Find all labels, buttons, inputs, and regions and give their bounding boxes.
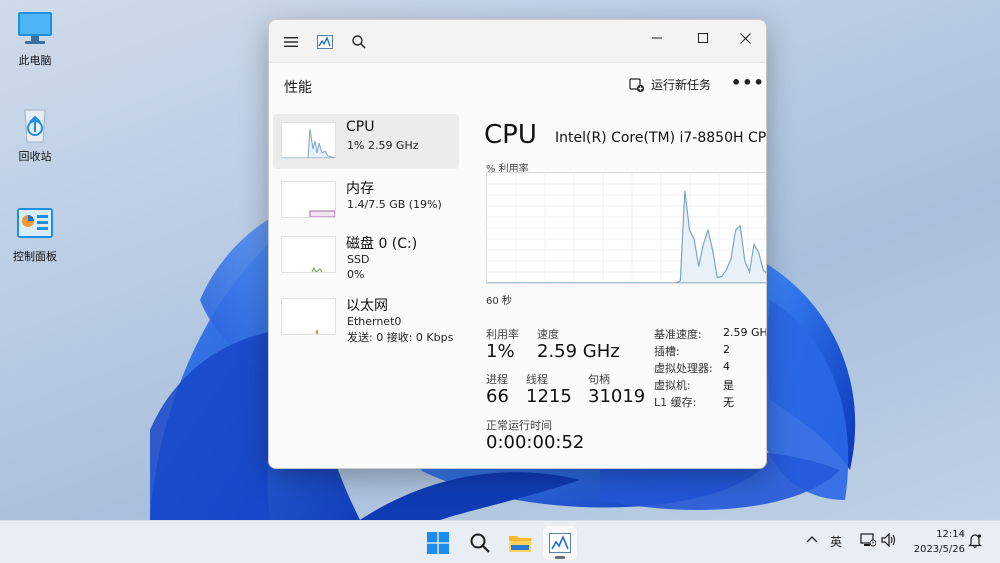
virtual-processors-value: 4 [723,360,730,373]
chevron-up-icon [806,536,818,543]
processes-label: 进程 [486,373,508,386]
ethernet-mini-graph [281,298,336,335]
uptime-label: 正常运行时间 [486,419,552,432]
show-hidden-icons-button[interactable] [806,533,818,547]
cpu-utilization-series [487,190,766,284]
desktop-icon-recycle-bin[interactable]: 回收站 [0,104,70,164]
windows-logo-icon [427,532,449,554]
memory-mini-graph [281,181,336,218]
task-manager-window: 性能 运行新任务 ••• CPU 1% 2.59 GHz 内存 1.4/7.5 … [268,19,767,469]
hamburger-menu-icon[interactable] [277,28,305,56]
base-speed-label: 基准速度: [654,328,702,341]
cpu-model: Intel(R) Core(TM) i7-8850H CPU [555,130,767,146]
desktop-icon-label: 控制面板 [13,250,57,263]
volume-button[interactable] [881,532,897,550]
l1-cache-value: 无 [723,396,734,409]
cpu-detail-pane: CPU Intel(R) Core(TM) i7-8850H CPU % 利用率… [474,108,767,468]
utilization-value: 1% [486,341,515,362]
perf-item-detail: 1.4/7.5 GB (19%) [347,198,442,211]
cpu-title: CPU [484,120,537,150]
run-new-task-label: 运行新任务 [651,78,712,92]
start-button[interactable] [421,526,455,560]
graph-time-range: 60 秒 [486,296,512,307]
sockets-label: 插槽: [654,345,680,358]
control-panel-icon [15,204,55,244]
cpu-utilization-graph [486,172,766,284]
uptime-value: 0:00:00:52 [486,432,585,453]
speed-label: 速度 [537,328,559,341]
title-bar[interactable] [269,20,766,62]
perf-item-detail: 发送: 0 接收: 0 Kbps [347,331,454,344]
perf-item-detail: Ethernet0 [347,315,402,328]
perf-item-name: 以太网 [346,298,388,314]
virtual-processors-label: 虚拟处理器: [654,362,713,375]
sockets-value: 2 [723,343,730,356]
perf-item-name: 内存 [346,181,374,197]
page-title: 性能 [284,80,312,96]
folder-icon [509,536,531,552]
speed-value: 2.59 GHz [537,341,620,362]
desktop-icon-label: 回收站 [18,150,52,163]
desktop-icon-label: 此电脑 [18,54,52,67]
utilization-label: 利用率 [486,328,519,341]
run-task-icon [629,77,645,92]
speaker-icon [881,532,896,548]
perf-item-name: CPU [346,119,375,135]
clock[interactable]: 12:14 2023/5/26 [907,527,965,557]
more-options-button[interactable]: ••• [731,73,765,92]
search-icon[interactable] [345,28,373,56]
taskbar: 英 12:14 2023/5/26 [0,520,1000,563]
cpu-graph-svg [487,173,766,284]
perf-item-ethernet[interactable]: 以太网 Ethernet0 发送: 0 接收: 0 Kbps [273,290,459,345]
close-button[interactable] [725,24,765,52]
task-manager-icon [549,533,571,553]
perf-item-detail: SSD [347,253,370,266]
perf-item-disk[interactable]: 磁盘 0 (C:) SSD 0% [273,228,459,283]
perf-item-memory[interactable]: 内存 1.4/7.5 GB (19%) [273,173,459,228]
threads-value: 1215 [526,386,572,407]
processes-value: 66 [486,386,509,407]
desktop-icon-this-pc[interactable]: 此电脑 [0,8,70,68]
cpu-mini-graph [281,122,336,159]
recycle-bin-icon [15,104,55,144]
computer-icon [15,8,55,48]
input-language-indicator[interactable]: 英 [830,533,842,550]
desktop-icon-control-panel[interactable]: 控制面板 [0,204,70,264]
handles-value: 31019 [588,386,646,407]
search-icon [470,533,490,553]
notifications-button[interactable] [968,533,982,551]
taskbar-search-button[interactable] [463,526,497,560]
notification-bell-icon [968,534,982,548]
perf-item-detail: 1% 2.59 GHz [347,139,419,152]
task-manager-taskbar-button[interactable] [543,526,577,560]
virtual-machine-label: 虚拟机: [654,379,691,392]
handles-label: 句柄 [588,373,610,386]
perf-item-cpu[interactable]: CPU 1% 2.59 GHz [273,114,459,169]
network-status-button[interactable] [860,533,877,550]
perf-item-name: 磁盘 0 (C:) [346,236,418,252]
pane-header: 性能 运行新任务 ••• [269,62,766,108]
clock-time: 12:14 [936,529,965,540]
task-manager-app-icon [311,28,339,56]
l1-cache-label: L1 缓存: [654,396,697,409]
run-new-task-button[interactable]: 运行新任务 [629,76,711,93]
threads-label: 线程 [526,373,548,386]
network-disconnected-icon [860,533,877,547]
file-explorer-button[interactable] [503,526,537,560]
disk-mini-graph [281,236,336,273]
base-speed-value: 2.59 GHz [723,326,767,339]
perf-item-detail: 0% [347,268,365,281]
maximize-button[interactable] [683,24,723,52]
minimize-button[interactable] [637,24,677,52]
active-indicator [555,556,565,559]
performance-list: CPU 1% 2.59 GHz 内存 1.4/7.5 GB (19%) 磁盘 0… [269,108,474,468]
clock-date: 2023/5/26 [913,544,965,555]
virtual-machine-value: 是 [723,379,734,392]
